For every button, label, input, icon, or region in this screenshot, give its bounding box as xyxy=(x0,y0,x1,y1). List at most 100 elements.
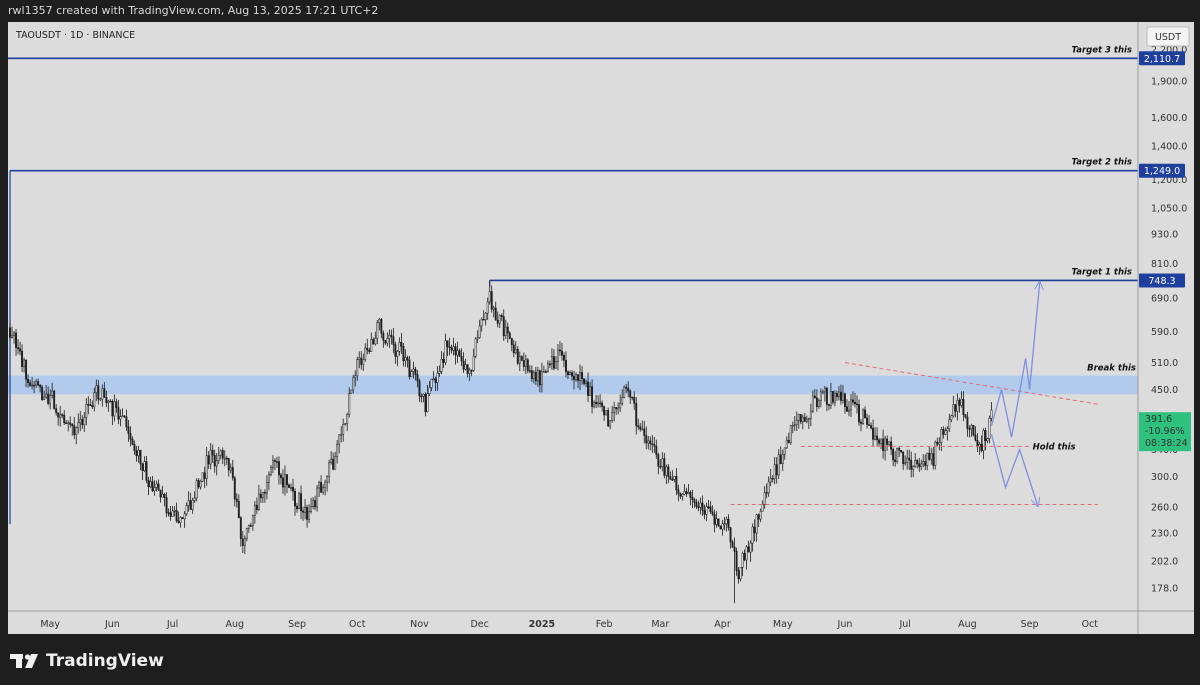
candle-body xyxy=(358,357,361,360)
candle-body xyxy=(275,461,278,463)
candle-body xyxy=(400,341,403,347)
candle-body xyxy=(673,475,676,480)
candle-body xyxy=(661,458,664,467)
candle-body xyxy=(446,340,449,347)
candle-body xyxy=(310,506,313,512)
candle-body xyxy=(775,464,778,476)
candle-body xyxy=(147,480,150,488)
chart-area[interactable]: Break this Target 3 this Target 2 this Targ… xyxy=(8,22,1194,634)
candle-body xyxy=(990,409,993,419)
y-tick-label: 1,900.0 xyxy=(1151,76,1187,87)
candle-body xyxy=(958,399,961,406)
candle-body xyxy=(747,546,750,553)
candle-body xyxy=(940,429,943,443)
x-tick-label: Mar xyxy=(651,619,669,630)
tradingview-logo[interactable]: TradingView xyxy=(10,651,164,671)
candle-body xyxy=(35,381,38,386)
candle-body xyxy=(480,318,483,327)
candle-body xyxy=(771,477,774,480)
candle-body xyxy=(835,393,838,398)
candle-body xyxy=(815,397,818,407)
candle-body xyxy=(167,512,170,514)
y-tick-label: 1,600.0 xyxy=(1151,113,1187,124)
candle-body xyxy=(785,439,788,449)
candle-body xyxy=(171,510,174,517)
candle-body xyxy=(11,335,13,338)
candle-body xyxy=(980,443,983,451)
candle-body xyxy=(15,332,17,348)
candle-body xyxy=(219,450,222,456)
candle-body xyxy=(563,354,565,361)
break-zone[interactable] xyxy=(8,375,1138,395)
candle-body xyxy=(573,375,575,380)
candle-body xyxy=(548,363,551,366)
bearish-projection-path[interactable] xyxy=(990,434,1037,505)
candle-body xyxy=(414,368,417,375)
candle-body xyxy=(458,350,461,357)
candle-body xyxy=(316,487,319,508)
candle-body xyxy=(17,347,19,349)
currency-button[interactable]: USDT xyxy=(1146,26,1190,47)
candle-body xyxy=(396,351,399,357)
candle-body xyxy=(693,499,696,503)
candle-body xyxy=(581,372,583,380)
last-price-change: -10.96% xyxy=(1145,426,1185,437)
price-chart[interactable]: Break this Target 3 this Target 2 this Targ… xyxy=(8,22,1194,634)
candle-body xyxy=(390,334,393,338)
candle-body xyxy=(930,453,933,460)
candle-body xyxy=(651,443,654,445)
candle-body xyxy=(398,341,401,352)
candle-body xyxy=(811,395,814,412)
candle-body xyxy=(376,322,379,339)
candle-body xyxy=(964,414,967,418)
candle-body xyxy=(617,407,620,410)
candle-body xyxy=(290,487,292,489)
y-tick-label: 1,050.0 xyxy=(1151,203,1187,214)
candle-body xyxy=(348,393,351,415)
bullish-projection-path[interactable] xyxy=(990,283,1039,438)
x-tick-label: Sep xyxy=(1021,619,1039,630)
candle-body xyxy=(255,504,258,510)
candle-body xyxy=(984,430,987,442)
currency-label: USDT xyxy=(1155,32,1181,43)
target-label-1: Target 3 this xyxy=(1071,45,1132,55)
candle-body xyxy=(65,422,68,424)
candle-body xyxy=(797,414,800,421)
candle-body xyxy=(982,430,985,451)
y-tick-label: 450.0 xyxy=(1151,385,1178,396)
symbol-legend[interactable]: TAOUSDT · 1D · BINANCE xyxy=(16,30,135,41)
candle-body xyxy=(241,538,244,546)
candle-body xyxy=(575,374,577,380)
candle-body xyxy=(583,378,585,384)
candle-body xyxy=(107,400,110,404)
candle-body xyxy=(227,458,230,471)
candle-body xyxy=(906,457,909,463)
y-tick-label: 690.0 xyxy=(1151,293,1178,304)
candle-body xyxy=(892,449,895,461)
candle-body xyxy=(183,513,186,520)
candle-body xyxy=(273,460,276,462)
candle-body xyxy=(151,481,154,492)
candle-body xyxy=(392,336,395,345)
candle-body xyxy=(223,457,226,460)
candle-body xyxy=(833,393,836,403)
candle-body xyxy=(653,444,656,447)
candle-body xyxy=(603,406,606,416)
candle-body xyxy=(950,415,953,421)
candle-body xyxy=(318,481,321,489)
candle-body xyxy=(191,499,194,510)
candle-body xyxy=(667,466,670,477)
candle-body xyxy=(374,337,377,345)
candle-body xyxy=(962,399,965,415)
candle-body xyxy=(135,450,138,457)
candle-body xyxy=(868,424,871,426)
footer: TradingView xyxy=(0,634,1200,685)
candle-body xyxy=(280,474,282,479)
x-tick-label: Apr xyxy=(714,619,731,630)
candle-body xyxy=(900,449,903,453)
candle-body xyxy=(819,391,822,401)
candle-body xyxy=(292,487,294,492)
x-tick-label: Jul xyxy=(898,619,910,630)
candle-body xyxy=(474,338,477,357)
candle-body xyxy=(926,452,929,467)
